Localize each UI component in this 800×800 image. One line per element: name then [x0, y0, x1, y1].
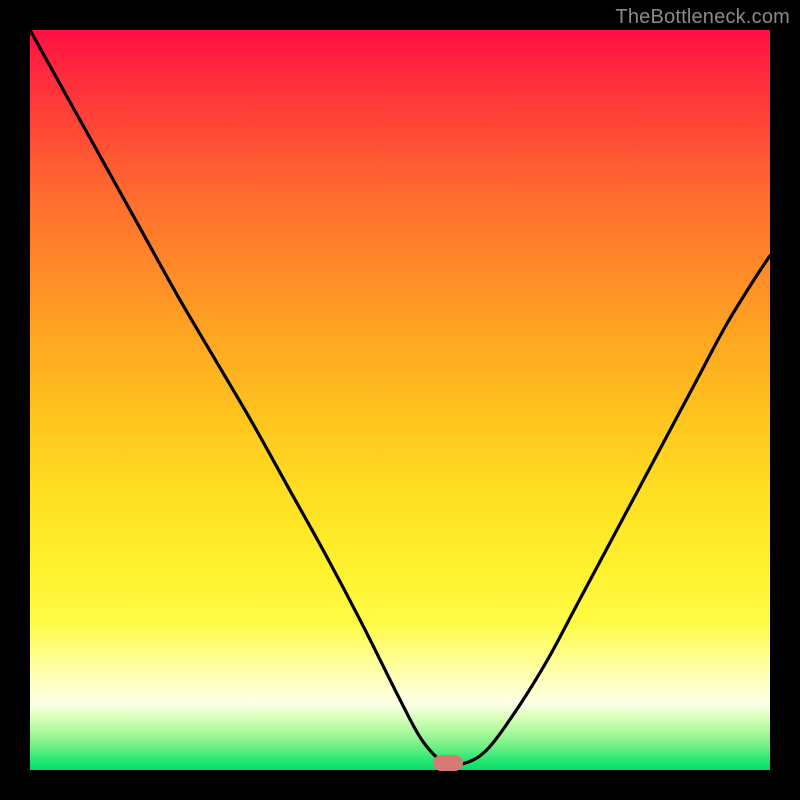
optimal-point-marker: [433, 755, 463, 771]
bottleneck-curve: [30, 30, 770, 765]
plot-area: [30, 30, 770, 770]
curve-layer: [30, 30, 770, 770]
chart-frame: TheBottleneck.com: [0, 0, 800, 800]
watermark-text: TheBottleneck.com: [615, 6, 790, 29]
